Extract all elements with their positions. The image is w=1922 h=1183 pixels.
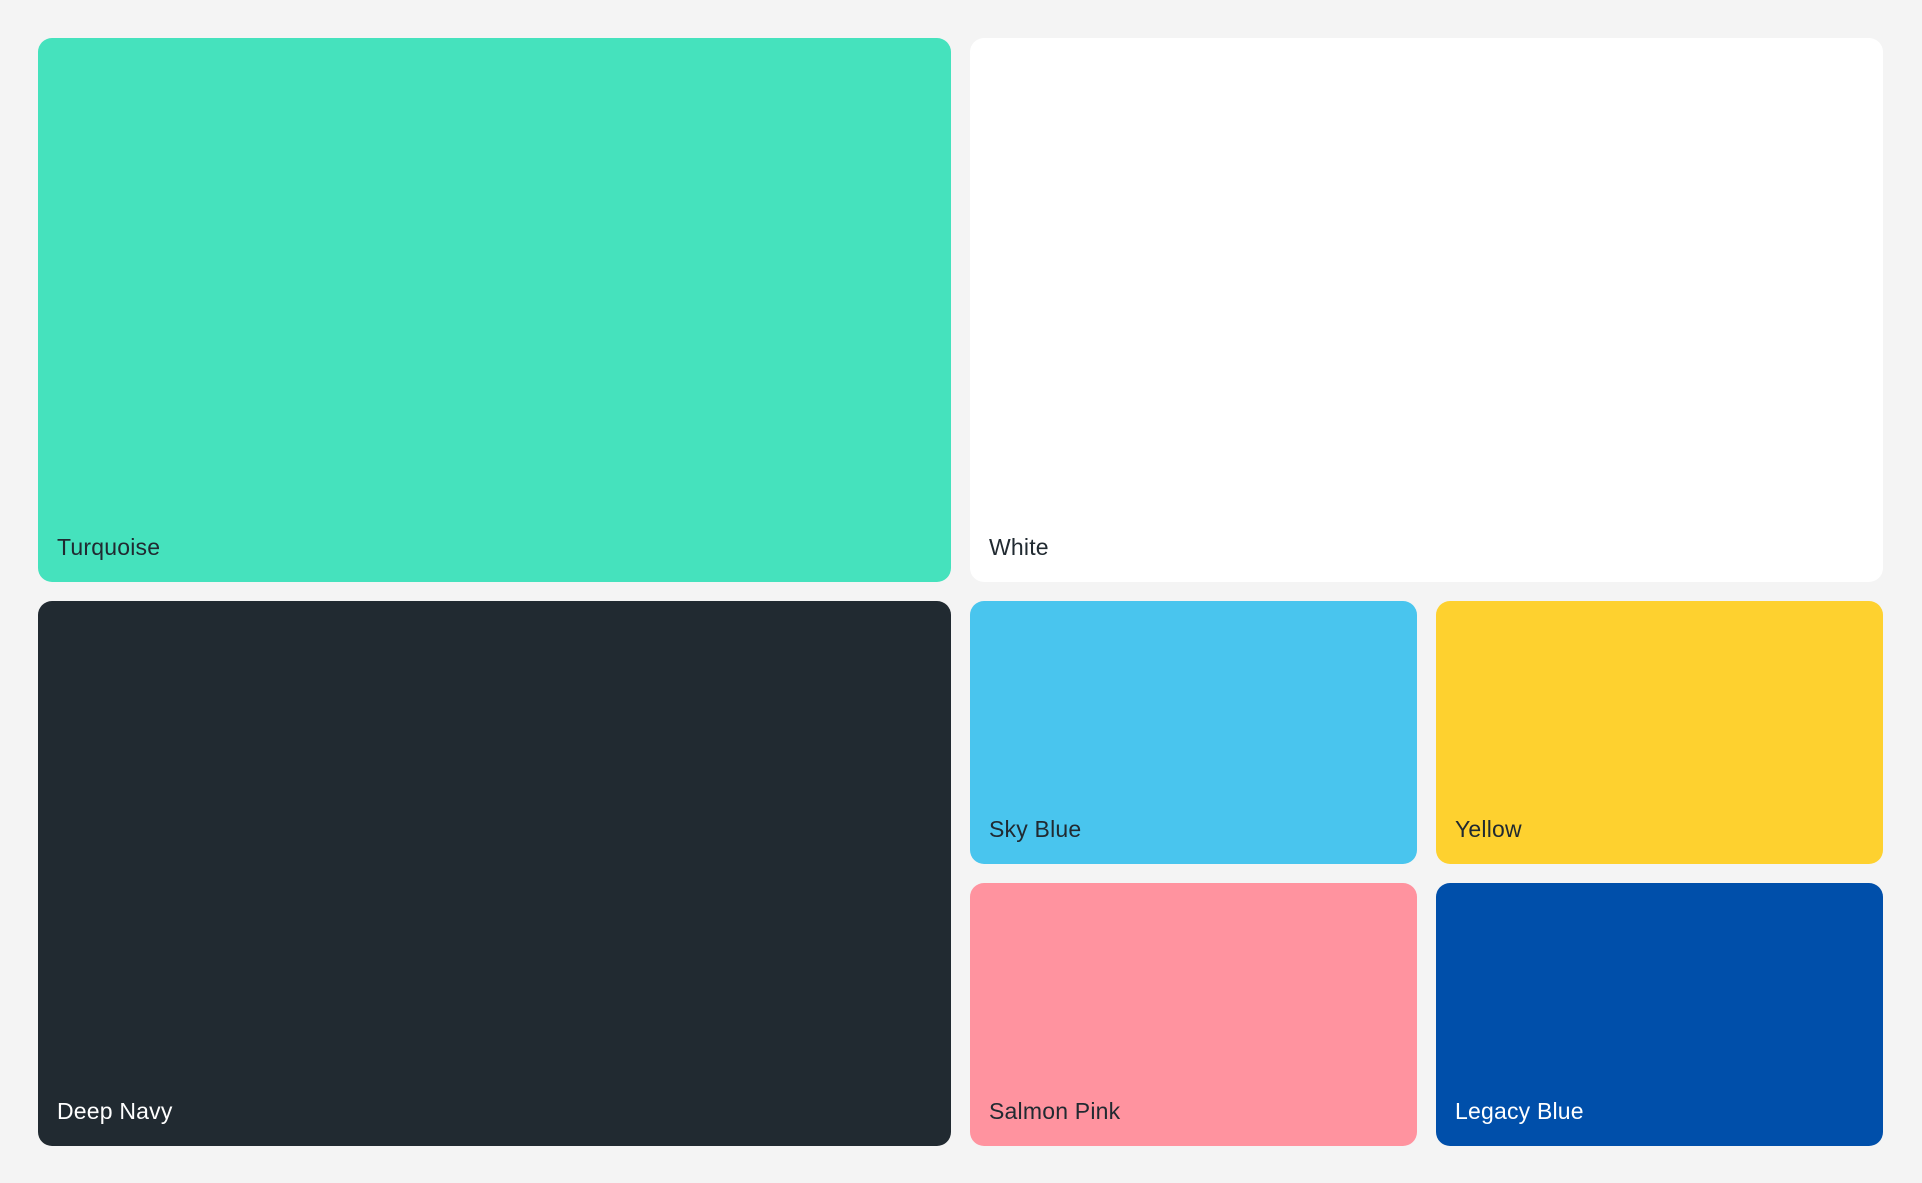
swatch-label-salmon-pink: Salmon Pink [989, 1098, 1121, 1124]
swatch-salmon-pink: Salmon Pink [970, 883, 1417, 1146]
color-palette: Turquoise White Deep Navy Sky Blue Yello… [38, 38, 1884, 1146]
swatch-legacy-blue: Legacy Blue [1436, 883, 1883, 1146]
swatch-deep-navy: Deep Navy [38, 601, 951, 1146]
swatch-yellow: Yellow [1436, 601, 1883, 864]
swatch-sky-blue: Sky Blue [970, 601, 1417, 864]
swatch-label-yellow: Yellow [1455, 816, 1522, 842]
swatch-label-white: White [989, 534, 1049, 560]
swatch-turquoise: Turquoise [38, 38, 951, 582]
swatch-white: White [970, 38, 1883, 582]
swatch-label-deep-navy: Deep Navy [57, 1098, 173, 1124]
swatch-label-legacy-blue: Legacy Blue [1455, 1098, 1584, 1124]
swatch-label-sky-blue: Sky Blue [989, 816, 1082, 842]
swatch-label-turquoise: Turquoise [57, 534, 161, 560]
